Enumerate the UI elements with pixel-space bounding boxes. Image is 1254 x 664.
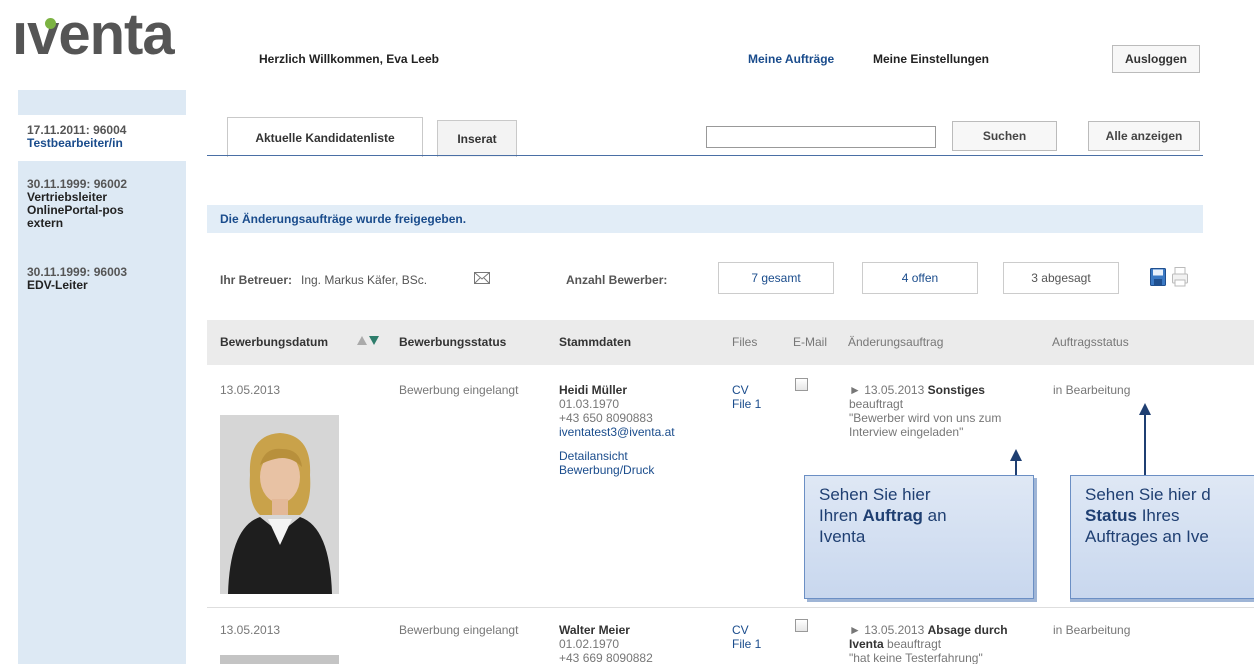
row2-auftragsstatus: in Bearbeitung [1053,623,1131,637]
table-header: Bewerbungsdatum Bewerbungsstatus Stammda… [207,320,1254,365]
row1-order-date: ► 13.05.2013 [849,383,925,397]
sidebar-item-title: EDV-Leiter [27,278,88,292]
betreuer-value: Ing. Markus Käfer, BSc. [301,273,428,287]
row2-file-cv[interactable]: CV [732,623,761,637]
notice-bar: Die Änderungsaufträge wurde freigegeben. [207,205,1203,233]
row2-files: CV File 1 [732,623,761,651]
row1-candidate-photo [220,415,339,594]
tab-inserat[interactable]: Inserat [437,120,517,157]
logo-text: ıventa [12,2,175,67]
th-aenderungsauftrag: Änderungsauftrag [848,335,944,349]
callout-auftrag-line1: Sehen Sie hier [819,485,931,504]
search-button[interactable]: Suchen [952,121,1057,151]
row1-order-type: Sonstiges [927,383,985,397]
row2-order-note: "hat keine Testerfahrung" [849,651,983,664]
callout-auftrag-arrow-icon [1010,449,1022,461]
row1-email-link[interactable]: iventatest3@iventa.at [559,425,675,439]
sidebar-item-title: Vertriebsleiter OnlinePortal-pos extern [27,190,124,230]
th-stammdaten: Stammdaten [559,335,632,349]
sidebar-item-vertriebsleiter[interactable]: 30.11.1999: 96002 Vertriebsleiter Online… [18,178,163,230]
tab-divider [207,155,1203,156]
show-all-button[interactable]: Alle anzeigen [1088,121,1200,151]
row2-phone: +43 669 8090882 [559,651,653,664]
callout-auftrag-line2-pre: Ihren [819,506,863,525]
row2-order-state: beauftragt [887,637,942,651]
sidebar-item-testbearbeiter[interactable]: 17.11.2011: 96004 Testbearbeiter/in [18,115,186,161]
row2-date: 13.05.2013 [220,623,281,637]
row1-date: 13.05.2013 [220,383,281,397]
sort-asc-icon[interactable] [357,336,367,345]
callout-status-line2-post: Ihres [1136,506,1180,525]
callout-auftrag-line2: Ihren Auftrag an [819,505,1019,526]
sort-desc-icon[interactable] [369,336,379,345]
callout-status-arrow-icon [1139,403,1151,415]
mail-icon[interactable] [474,272,490,284]
sidebar-item-title: Testbearbeiter/in [27,136,123,150]
row2-stammdaten: Walter Meier 01.02.1970 +43 669 8090882 [559,623,653,664]
welcome-text: Herzlich Willkommen, Eva Leeb [259,52,439,66]
count-rejected-button[interactable]: 3 abgesagt [1003,262,1119,294]
row1-file-cv[interactable]: CV [732,383,761,397]
logo-dot [45,18,56,29]
row1-print-link[interactable]: Bewerbung/Druck [559,463,675,477]
print-icon[interactable] [1172,267,1188,287]
callout-status-line1: Sehen Sie hier d [1085,485,1211,504]
tab-aktuelle-kandidatenliste[interactable]: Aktuelle Kandidatenliste [227,117,423,157]
search-input[interactable] [706,126,936,148]
row1-name: Heidi Müller [559,383,628,397]
th-bewerbungsstatus: Bewerbungsstatus [399,335,507,349]
row1-aenderungsauftrag: ► 13.05.2013 Sonstiges beauftragt "Bewer… [849,383,1049,439]
callout-auftrag-arrow-line [1015,460,1017,475]
row1-status: Bewerbung eingelangt [399,383,519,397]
row1-phone: +43 650 8090883 [559,411,653,425]
row1-detail-link[interactable]: Detailansicht [559,449,675,463]
iventa-logo[interactable]: ıventa [12,4,248,70]
nav-meine-einstellungen[interactable]: Meine Einstellungen [873,52,989,66]
row2-file-1[interactable]: File 1 [732,637,761,651]
callout-auftrag-line2-post: an [922,506,947,525]
betreuer-label: Ihr Betreuer: [220,273,293,287]
callout-status-line2-bold: Status [1085,506,1137,525]
th-files: Files [732,335,758,349]
row1-birth: 01.03.1970 [559,397,620,411]
anzahl-label: Anzahl Bewerber: [566,273,668,287]
row1-stammdaten: Heidi Müller 01.03.1970 +43 650 8090883 … [559,383,675,477]
row2-name: Walter Meier [559,623,630,637]
row-separator [207,607,1254,608]
th-bewerbungsdatum[interactable]: Bewerbungsdatum [220,335,328,349]
th-email: E-Mail [793,335,828,349]
count-total-button[interactable]: 7 gesamt [718,262,834,294]
row2-order-by: Iventa [849,637,884,651]
callout-status: Sehen Sie hier d Status Ihres Auftrages … [1070,475,1254,599]
row2-email-checkbox[interactable] [795,619,808,632]
row2-status: Bewerbung eingelangt [399,623,519,637]
nav-meine-auftraege[interactable]: Meine Aufträge [748,52,834,66]
callout-status-line2: Status Ihres [1085,505,1240,526]
row1-email-checkbox[interactable] [795,378,808,391]
row1-file-1[interactable]: File 1 [732,397,761,411]
row1-files: CV File 1 [732,383,761,411]
row2-birth: 01.02.1970 [559,637,620,651]
row1-order-note: "Bewerber wird von uns zum Interview ein… [849,411,1002,439]
sidebar-item-edv-leiter[interactable]: 30.11.1999: 96003 EDV-Leiter [18,266,186,292]
callout-auftrag-line2-bold: Auftrag [862,506,923,525]
callout-auftrag: Sehen Sie hier Ihren Auftrag an Iventa [804,475,1034,599]
callout-status-line3: Auftrages an Ive [1085,527,1209,546]
row1-order-state: beauftragt [849,397,904,411]
callout-status-arrow-line [1144,414,1146,475]
sidebar: 17.11.2011: 96004 Testbearbeiter/in 30.1… [18,90,186,664]
row1-auftragsstatus: in Bearbeitung [1053,383,1131,397]
callout-auftrag-line3: Iventa [819,527,866,546]
save-icon[interactable] [1150,268,1166,286]
count-open-button[interactable]: 4 offen [862,262,978,294]
row2-order-type: Absage durch [927,623,1008,637]
th-auftragsstatus: Auftragsstatus [1052,335,1129,349]
row2-aenderungsauftrag: ► 13.05.2013 Absage durch Iventa beauftr… [849,623,1049,664]
logout-button[interactable]: Ausloggen [1112,45,1200,73]
row2-candidate-photo [220,655,339,664]
row2-order-date: ► 13.05.2013 [849,623,925,637]
